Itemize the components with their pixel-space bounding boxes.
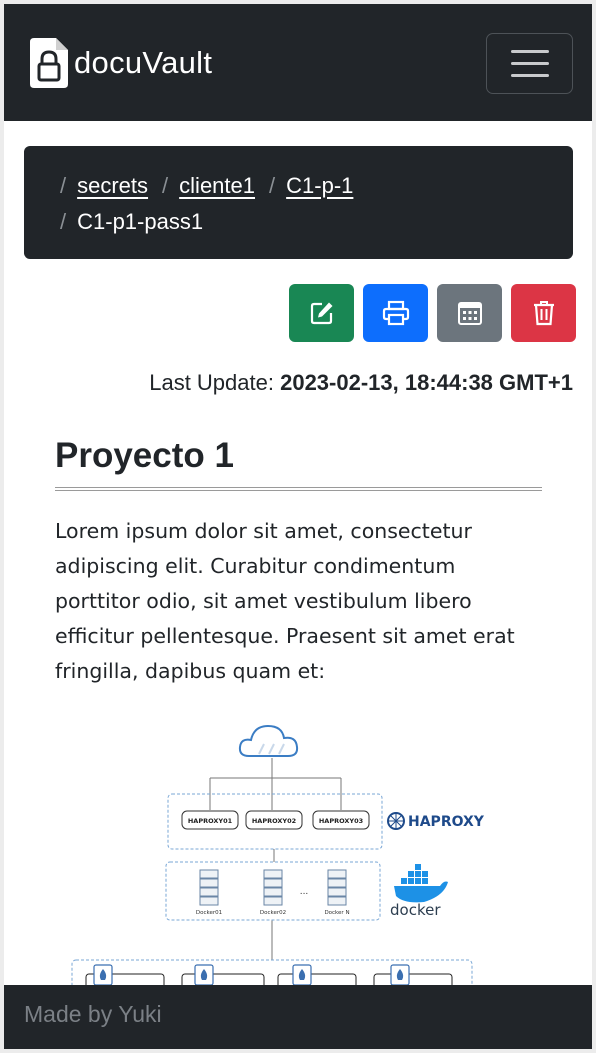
action-toolbar <box>289 284 576 342</box>
breadcrumb: / secrets / cliente1 / C1-p-1 / C1-p1-pa… <box>24 146 573 259</box>
edit-button[interactable] <box>289 284 354 342</box>
docker-node: Docker N <box>324 910 349 916</box>
breadcrumb-separator: / <box>60 209 67 234</box>
hamburger-menu-icon <box>510 50 549 53</box>
haproxy-logo: HAPROXY <box>387 812 485 830</box>
architecture-diagram: HAPROXY01 HAPROXY02 HAPROXY03 HAPROXY Do… <box>71 724 485 997</box>
breadcrumb-separator: / <box>162 173 169 198</box>
docker-node: Docker02 <box>260 910 286 916</box>
docker-ellipsis: ... <box>300 887 309 897</box>
brand-link[interactable]: docuVault <box>30 38 212 88</box>
docker-node: Docker01 <box>196 910 222 916</box>
breadcrumb-separator: / <box>60 173 67 198</box>
footer-text: Made by Yuki <box>24 1001 162 1027</box>
print-button[interactable] <box>363 284 428 342</box>
docker-logo: docker <box>390 864 448 919</box>
brand-name: docuVault <box>74 45 213 80</box>
breadcrumb-link-cliente1[interactable]: cliente1 <box>179 168 255 204</box>
cloud-icon <box>238 724 299 757</box>
breadcrumb-link-c1-p-1[interactable]: C1-p-1 <box>286 168 353 204</box>
last-update: Last Update: 2023-02-13, 18:44:38 GMT+1 <box>149 370 573 396</box>
haproxy-logo-text: HAPROXY <box>408 814 485 830</box>
last-update-value: 2023-02-13, 18:44:38 GMT+1 <box>280 370 573 395</box>
haproxy-node: HAPROXY01 <box>188 817 233 825</box>
breadcrumb-separator: / <box>269 173 276 198</box>
breadcrumb-active: C1-p1-pass1 <box>77 209 204 234</box>
docker-logo-text: docker <box>390 901 441 919</box>
haproxy-node: HAPROXY02 <box>252 817 296 825</box>
navbar-toggler[interactable] <box>486 33 573 94</box>
delete-button[interactable] <box>511 284 576 342</box>
navbar: docuVault <box>4 4 592 121</box>
haproxy-node: HAPROXY03 <box>319 817 363 825</box>
calendar-button[interactable] <box>437 284 502 342</box>
trash-icon <box>533 301 554 326</box>
document-paragraph: Lorem ipsum dolor sit amet, consectetur … <box>55 519 515 683</box>
footer: Made by Yuki <box>4 985 592 1049</box>
file-lock-icon <box>30 38 68 88</box>
calendar-icon <box>457 302 482 325</box>
breadcrumb-link-secrets[interactable]: secrets <box>77 168 148 204</box>
page-frame: docuVault / secrets / cliente1 / C1-p-1 … <box>4 4 592 1049</box>
printer-icon <box>382 300 409 326</box>
last-update-label: Last Update: <box>149 370 274 395</box>
edit-icon <box>310 302 332 325</box>
title-divider <box>55 487 542 491</box>
document-title: Proyecto 1 <box>55 436 234 475</box>
